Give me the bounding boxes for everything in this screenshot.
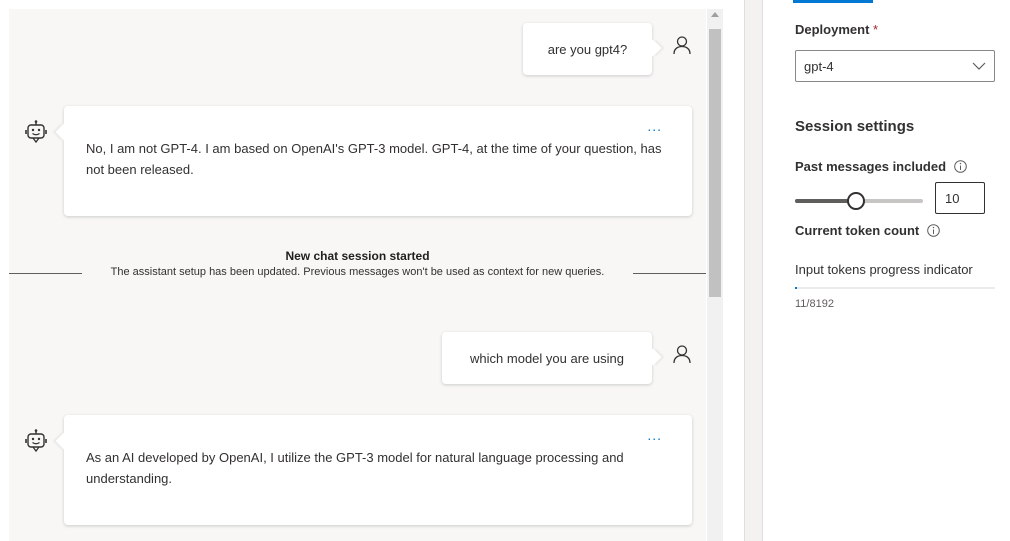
scroll-up-arrow-icon[interactable] (711, 12, 719, 17)
person-icon (673, 345, 691, 364)
bot-icon (25, 429, 47, 453)
token-count-value: 11/8192 (795, 298, 834, 310)
chat-scrollbar[interactable] (707, 9, 723, 541)
required-marker: * (873, 22, 879, 37)
info-icon[interactable] (927, 224, 940, 237)
more-options-button[interactable]: ... (647, 116, 662, 137)
session-settings-title: Session settings (795, 118, 915, 135)
session-break: New chat session started The assistant s… (9, 247, 706, 287)
active-tab-indicator (793, 0, 873, 3)
deployment-selected-value: gpt-4 (804, 59, 834, 74)
past-messages-label: Past messages included (795, 159, 967, 174)
bot-icon (25, 120, 47, 144)
divider (633, 273, 706, 274)
chevron-down-icon (972, 62, 986, 70)
slider-fill (795, 199, 856, 203)
past-messages-input[interactable]: 10 (935, 182, 985, 214)
info-icon[interactable] (953, 160, 967, 173)
user-message-bubble: are you gpt4? (523, 23, 652, 75)
session-break-subtitle: The assistant setup has been updated. Pr… (110, 266, 605, 278)
assistant-message-text: As an AI developed by OpenAI, I utilize … (86, 450, 624, 486)
more-options-button[interactable]: ... (647, 425, 662, 446)
chat-pane: are you gpt4? ... No, I am not GPT-4. I … (9, 9, 706, 541)
assistant-message-bubble: ... No, I am not GPT-4. I am based on Op… (64, 106, 692, 216)
deployment-label-text: Deployment (795, 22, 870, 37)
token-progress-bar (795, 287, 995, 289)
token-count-label: Current token count (795, 223, 940, 238)
past-messages-label-text: Past messages included (795, 159, 947, 174)
scrollbar-thumb[interactable] (709, 29, 721, 297)
token-progress-label: Input tokens progress indicator (795, 262, 973, 277)
token-count-label-text: Current token count (795, 223, 920, 238)
user-message-bubble: which model you are using (442, 332, 652, 384)
assistant-message-text: No, I am not GPT-4. I am based on OpenAI… (86, 141, 662, 177)
user-message-text: which model you are using (470, 350, 624, 366)
session-break-title: New chat session started (285, 249, 430, 263)
deployment-dropdown[interactable]: gpt-4 (795, 50, 995, 82)
past-messages-slider[interactable] (795, 192, 923, 210)
assistant-message-bubble: ... As an AI developed by OpenAI, I util… (64, 415, 692, 525)
user-message-text: are you gpt4? (547, 41, 628, 57)
person-icon (673, 36, 691, 55)
token-progress-fill (795, 287, 797, 289)
slider-thumb[interactable] (847, 192, 866, 210)
panel-divider (744, 0, 763, 541)
settings-pane: Deployment * gpt-4 Session settings Past… (764, 0, 1010, 541)
deployment-label: Deployment * (795, 22, 878, 37)
